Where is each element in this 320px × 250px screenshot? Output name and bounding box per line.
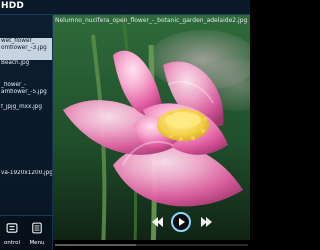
app-frame: HDD wet_flower_ omflower_-3.jpg Beach.jp… (0, 0, 250, 250)
sidebar-bottom-buttons: ontrol Menu (0, 215, 52, 250)
file-name-line-1: _flower_- (1, 82, 27, 88)
progress-bar[interactable] (53, 240, 250, 250)
file-list-item-3[interactable]: _flower_- amflower_-5.jpg (0, 82, 52, 104)
file-name-line-1: f_jpjg_mxx.jpg (1, 104, 42, 110)
progress-track (55, 244, 248, 246)
top-bar: HDD (0, 0, 250, 15)
file-list-item-4[interactable]: f_jpjg_mxx.jpg (0, 104, 52, 126)
file-list-item-2[interactable]: Beach.jpg (0, 60, 52, 82)
control-icon (6, 223, 18, 233)
menu-icon (32, 222, 42, 234)
fast-forward-button[interactable] (196, 211, 218, 233)
menu-button[interactable]: Menu (25, 218, 49, 248)
menu-label: Menu (29, 240, 45, 246)
progress-fill (55, 244, 137, 246)
file-name-line-1: wet_flower_ (1, 38, 35, 44)
player-controls (53, 210, 250, 234)
file-name-line-1: Beach.jpg (1, 60, 30, 66)
play-button[interactable] (170, 211, 192, 233)
file-name-line-2: omflower_-3.jpg (1, 45, 47, 51)
current-file-name: Nelumno_nucifera_open_flower_-_botanic_g… (55, 17, 248, 24)
device-title: HDD (1, 1, 25, 11)
control-label: ontrol (3, 240, 21, 246)
rewind-button[interactable] (146, 211, 168, 233)
file-name-line-2: amflower_-5.jpg (1, 89, 47, 95)
file-name-line-1: va-1920x1200.jpg (1, 170, 52, 176)
file-sidebar: wet_flower_ omflower_-3.jpg Beach.jpg _f… (0, 15, 53, 250)
file-list-item-5[interactable]: va-1920x1200.jpg (0, 170, 52, 192)
file-list-item-1[interactable]: wet_flower_ omflower_-3.jpg (0, 38, 52, 60)
control-button[interactable]: ontrol (0, 218, 24, 248)
